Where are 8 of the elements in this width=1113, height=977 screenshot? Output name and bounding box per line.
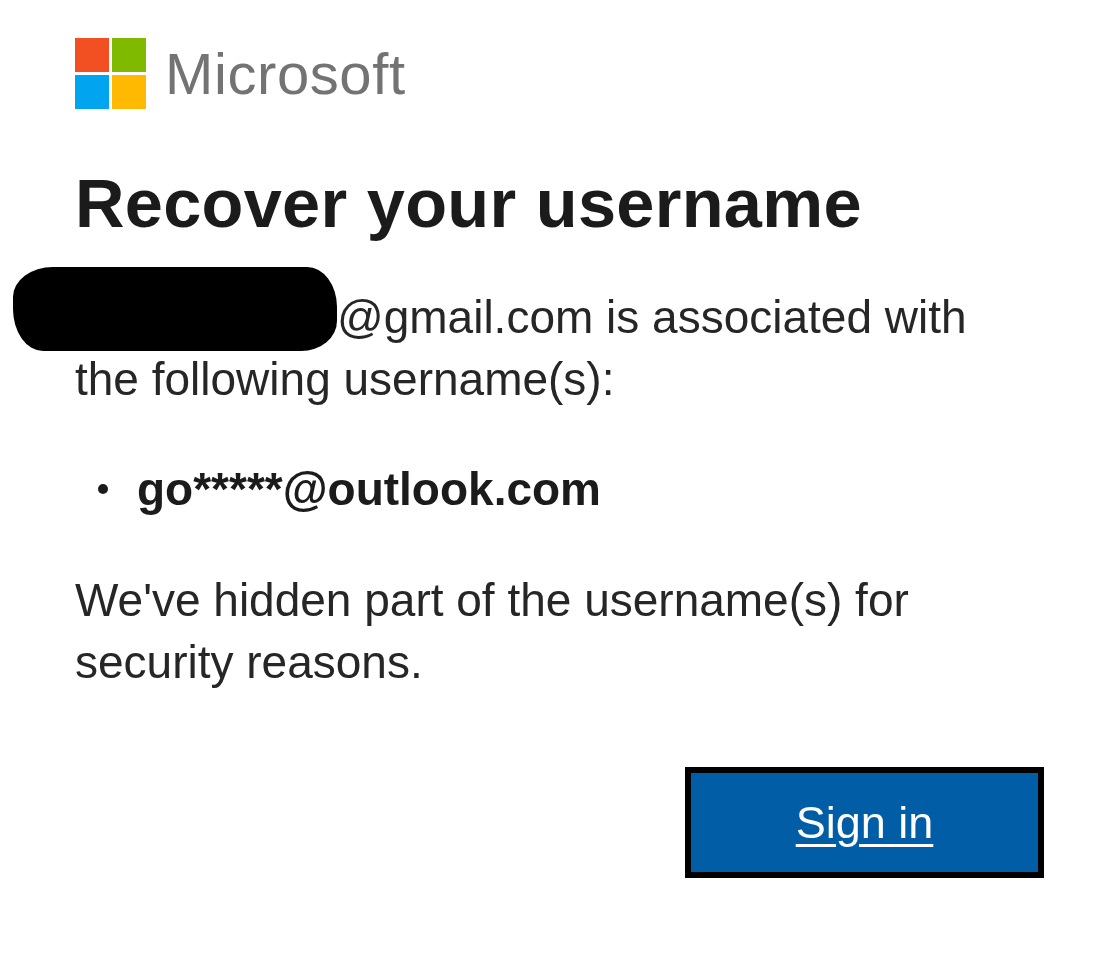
brand-name: Microsoft bbox=[165, 44, 406, 103]
message-text: @gmail.com is associated with the following username(s): bbox=[75, 291, 967, 405]
sign-in-button[interactable]: Sign in bbox=[685, 767, 1044, 878]
bullet-icon bbox=[98, 484, 108, 494]
page-title: Recover your username bbox=[75, 164, 863, 244]
username-text: go*****@outlook.com bbox=[137, 462, 601, 517]
security-note: We've hidden part of the username(s) for security reasons. bbox=[75, 573, 910, 690]
four-squares-logo-icon bbox=[75, 38, 146, 109]
